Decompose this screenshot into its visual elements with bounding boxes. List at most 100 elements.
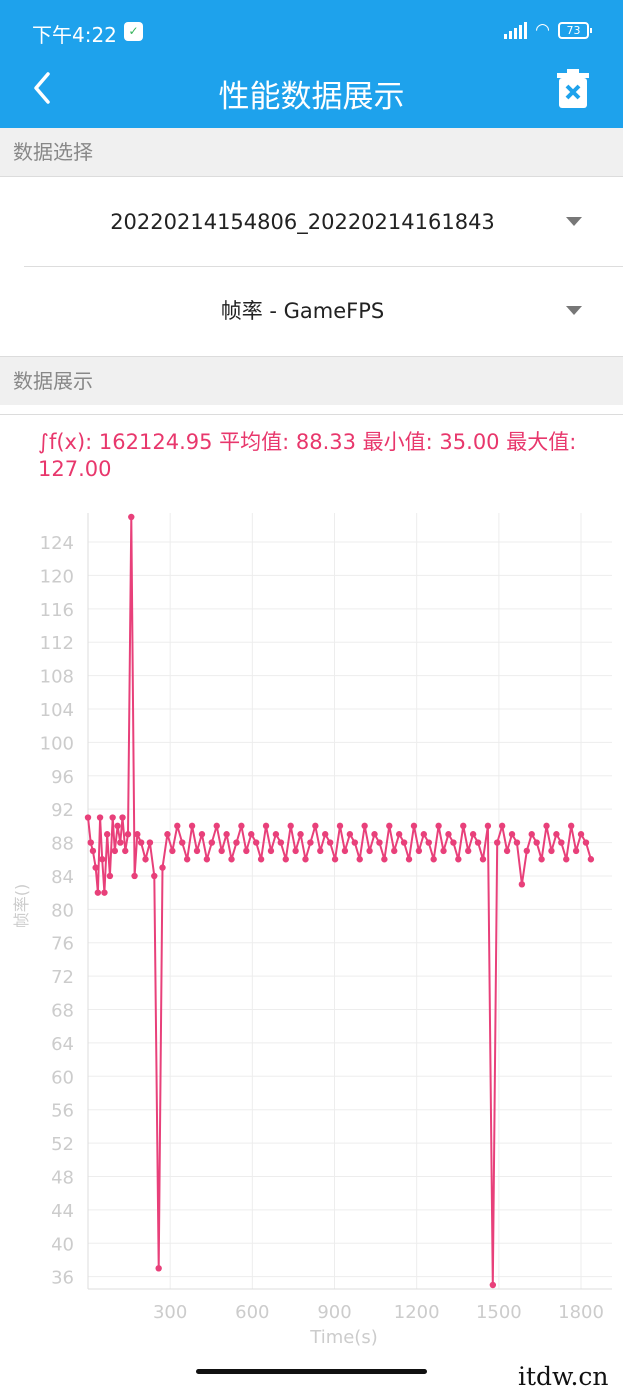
data-point [455,856,462,863]
x-tick-label: 600 [235,1302,269,1323]
y-tick-label: 60 [51,1067,74,1088]
data-point [577,831,585,838]
file-dropdown[interactable]: 20220214154806_20220214161843 [24,178,623,266]
y-tick-label: 108 [40,667,74,688]
data-point [142,856,149,863]
data-point [223,831,230,838]
data-point [307,839,314,846]
data-point [548,847,555,855]
y-tick-label: 52 [51,1134,74,1155]
home-indicator [196,1369,427,1374]
data-point [188,822,196,830]
data-point [513,839,521,846]
y-tick-label: 96 [51,767,74,788]
data-point [277,839,285,846]
x-tick-label: 1500 [476,1302,522,1323]
data-point [208,839,216,846]
y-tick-label: 76 [51,934,74,955]
data-point [282,856,289,863]
data-point [96,814,104,821]
section-rule [0,414,623,415]
data-point [460,822,467,830]
y-tick-label: 124 [40,533,74,554]
data-point [248,831,255,838]
status-time: 下午4:22 [32,23,117,47]
data-point [155,1265,162,1272]
data-point [203,856,211,863]
data-point [366,847,373,855]
data-select-header: 数据选择 [0,128,623,176]
x-tick-label: 1800 [558,1302,604,1323]
data-point [267,847,275,855]
data-point [106,872,114,880]
data-point [218,847,225,855]
data-point [528,831,535,838]
data-point [131,872,138,880]
data-point [523,847,531,855]
y-tick-label: 44 [51,1201,74,1222]
data-point [371,831,378,838]
delete-button[interactable] [550,66,596,112]
data-point [302,856,309,863]
y-tick-label: 40 [51,1234,74,1255]
y-tick-label: 88 [51,834,74,855]
data-point [179,839,186,846]
data-point [183,856,191,863]
battery-level: 73 [566,23,581,37]
data-point [312,822,319,830]
y-tick-label: 104 [40,700,74,721]
data-point [498,822,506,830]
data-point [117,839,124,846]
data-point [114,822,121,830]
y-tick-label: 56 [51,1101,74,1122]
stats-summary: ∫f(x): 162124.95 平均值: 88.33 最小值: 35.00 最… [38,430,577,481]
fps-line-chart[interactable]: 36 40 44 48 52 56 60 64 68 72 76 80 84 88 92 96 100 104 10… [0,505,623,1350]
data-point [415,847,423,855]
data-point [420,831,428,838]
watermark: itdw.cn [518,1362,609,1391]
data-point [109,814,116,821]
data-point [400,839,408,846]
x-axis-label: Time(s) [309,1327,377,1348]
y-axis-label: 帧率() [12,884,31,929]
section-rule [0,176,623,177]
data-display-header: 数据展示 [0,357,623,405]
data-point [356,856,363,863]
data-point [489,1281,497,1289]
x-tick-label: 900 [317,1302,351,1323]
data-point [563,856,570,863]
data-point [445,831,452,838]
data-point [292,847,299,855]
data-point [146,839,154,846]
data-point [134,831,141,838]
data-point [518,881,526,888]
y-tick-label: 48 [51,1167,74,1188]
data-point [533,839,540,846]
data-point [538,856,545,863]
data-point [450,839,457,846]
data-point [494,839,501,846]
section-rule [0,356,623,357]
signal-icon [504,21,528,39]
data-point [587,856,595,863]
data-point [243,847,250,855]
data-point [297,831,304,838]
data-point [336,822,344,830]
shield-check-icon: ✓ [124,22,143,41]
metric-dropdown[interactable]: 帧率 - GameFPS [24,267,623,355]
data-point [341,847,349,855]
data-point [361,822,368,830]
page-title: 性能数据展示 [218,79,405,115]
data-point [582,839,590,846]
data-point [317,847,324,855]
data-point [386,822,393,830]
y-tick-label: 100 [40,733,74,754]
wifi-icon: ◠ [535,20,550,40]
data-point [111,847,119,855]
data-point [257,856,265,863]
data-point [89,847,97,855]
data-point [331,856,339,863]
status-bar: 下午4:22 ✓ ◠ 73 [0,0,623,48]
data-point [474,839,482,846]
data-point [440,847,447,855]
